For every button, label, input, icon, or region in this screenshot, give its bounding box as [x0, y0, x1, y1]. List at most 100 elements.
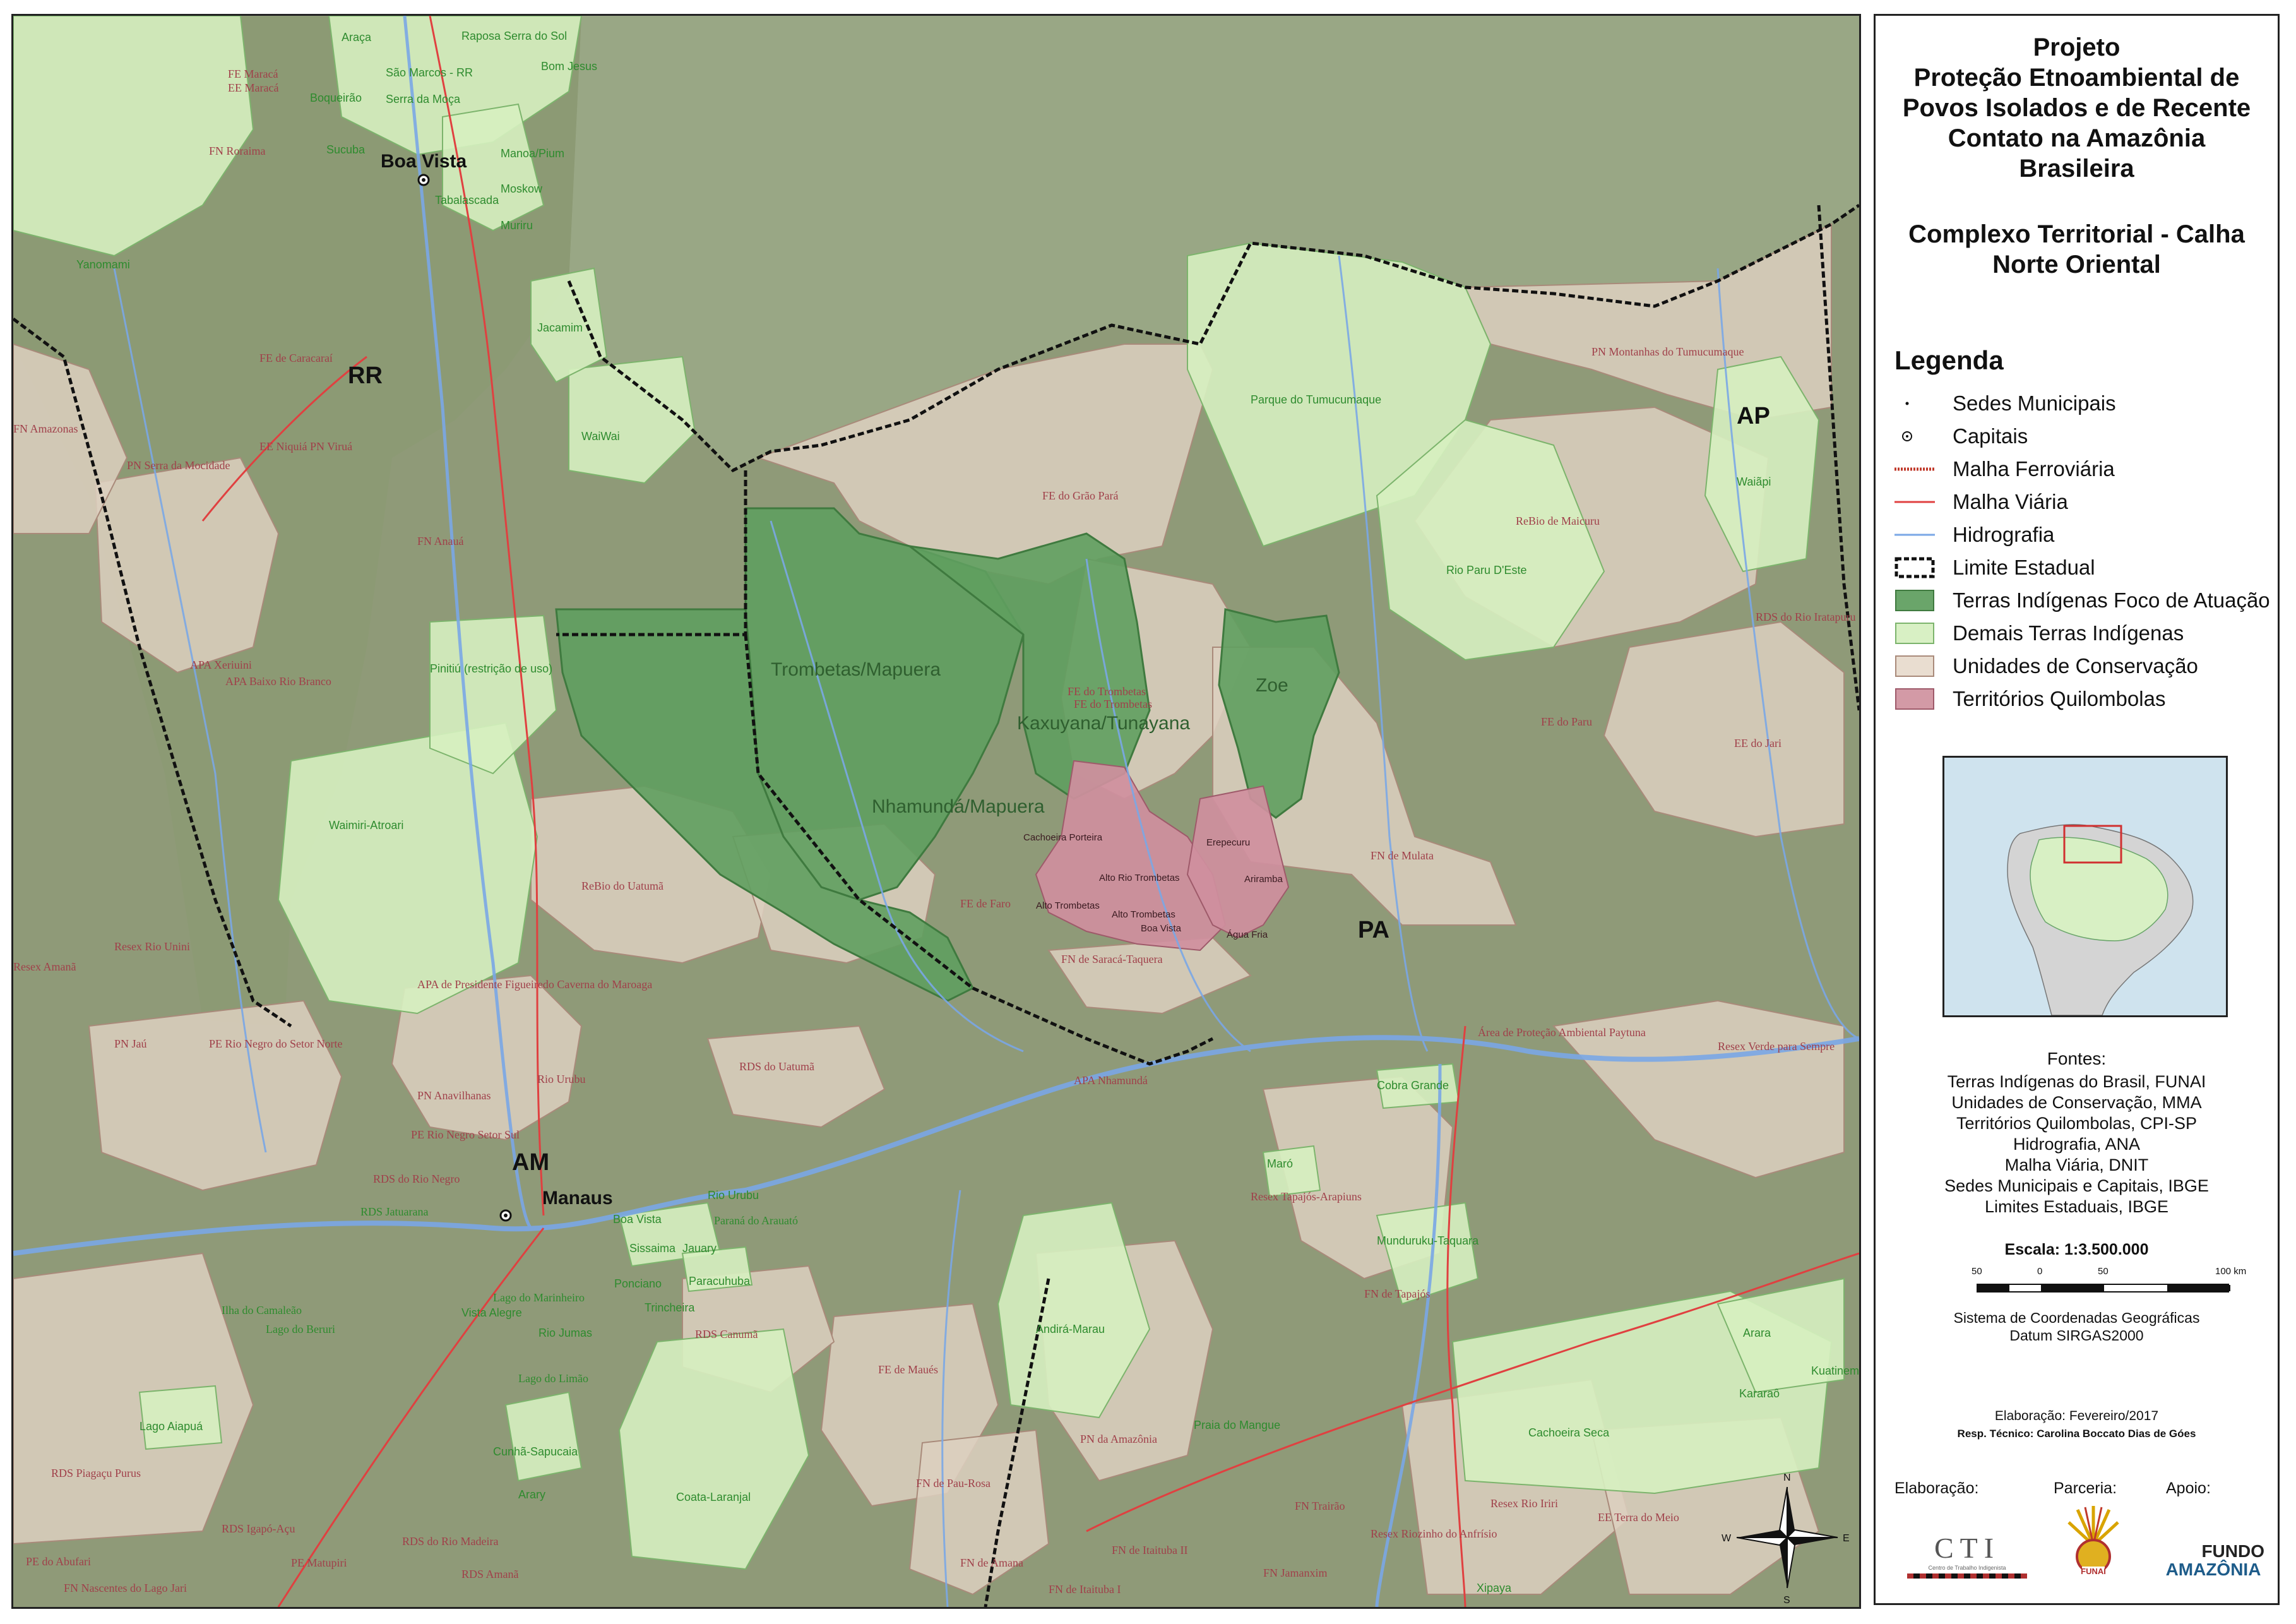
source-line: Territórios Quilombolas, CPI-SP: [1956, 1114, 2198, 1133]
fill-swatch-icon: [1895, 623, 1934, 644]
label-moskow: Moskow: [501, 182, 543, 195]
label-resex-amana: Resex Amanã: [13, 960, 76, 973]
label-praia-do-mangue: Praia do Mangue: [1194, 1419, 1280, 1431]
label-fe-maues: FE de Maués: [878, 1363, 938, 1376]
label-ee-jari: EE do Jari: [1734, 737, 1781, 749]
label-andira-marau: Andirá-Marau: [1036, 1323, 1105, 1335]
label-ponciano: Ponciano: [614, 1277, 662, 1290]
label-q-boa-vista: Boa Vista: [1141, 923, 1182, 934]
project-title-line-4: Contato na Amazônia: [1948, 124, 2206, 152]
label-manoa-pium: Manoa/Pium: [501, 147, 564, 160]
label-fe-paru: FE do Paru: [1541, 715, 1592, 728]
label-fe-trombetas: FE do Trombetas: [1068, 685, 1146, 698]
label-fn-trairao: FN Trairão: [1295, 1500, 1345, 1512]
label-fe-grao-para: FE do Grão Pará: [1042, 489, 1118, 502]
label-yanomami: Yanomami: [76, 258, 130, 271]
state-label-am: AM: [512, 1149, 549, 1176]
label-fn-tapajos: FN de Tapajós: [1364, 1287, 1430, 1300]
legend-item-viaria: Malha Viária: [1894, 488, 2273, 516]
lago-aiapua-area: [138, 1385, 223, 1450]
credit-label-apoio: Apoio:: [2166, 1479, 2211, 1497]
city-label-manaus: Manaus: [542, 1188, 613, 1209]
elaboration-date: Elaboração: Fevereiro/2017: [1994, 1409, 2159, 1423]
state-label-pa: PA: [1358, 917, 1389, 943]
credit-label-parceria: Parceria:: [2054, 1479, 2117, 1497]
label-ee-terra-do-meio: EE Terra do Meio: [1598, 1511, 1679, 1524]
legend-label: Terras Indígenas Foco de Atuação: [1953, 588, 2270, 612]
label-maro: Maró: [1267, 1157, 1293, 1170]
legend-item-demais-ti: Demais Terras Indígenas: [1894, 619, 2273, 647]
project-title-line-5: Brasileira: [2019, 155, 2134, 182]
label-fn-nascentes-lago-jari: FN Nascentes do Lago Jari: [64, 1582, 187, 1594]
label-rio-urubu: Rio Urubu: [708, 1189, 759, 1202]
map-canvas[interactable]: RR AP PA AM Boa Vista Manaus Trombetas/M…: [11, 14, 1861, 1609]
label-pn-montanhas-tumucumaque: PN Montanhas do Tumucumaque: [1591, 345, 1744, 358]
label-q-alto-rio-trombetas: Alto Rio Trombetas: [1099, 873, 1180, 883]
label-fe-faro: FE de Faro: [960, 897, 1011, 910]
label-rebio-maicuru: ReBio de Maicuru: [1516, 515, 1600, 527]
legend-item-hidrografia: Hidrografia: [1894, 521, 2273, 549]
label-fe-maraca: FE Maracá: [228, 68, 278, 80]
legend-label: Malha Viária: [1953, 490, 2068, 513]
label-waimiri-atroari: Waimiri-Atroari: [329, 819, 403, 832]
river-icon: [1894, 534, 1935, 536]
label-bom-jesus: Bom Jesus: [541, 60, 597, 73]
compass-w: W: [1722, 1533, 1732, 1544]
label-rds-piagacu-purus: RDS Piagaçu Purus: [51, 1467, 141, 1479]
label-apa-nhamunda: APA Nhamundá: [1074, 1074, 1148, 1087]
label-q-alto-trombetas-2: Alto Trombetas: [1112, 909, 1175, 920]
cti-logo-subtext: Centro de Trabalho Indigenista: [1928, 1565, 2006, 1571]
label-fe-caracarai: FE de Caracaraí: [259, 352, 333, 364]
legend-item-capitais: Capitais: [1894, 422, 2273, 450]
locator-map[interactable]: [1942, 756, 2228, 1017]
legend-heading: Legenda: [1894, 345, 2004, 375]
road-icon: [1894, 501, 1935, 503]
label-pe-rio-negro-setor-sul: PE Rio Negro Setor Sul: [411, 1128, 520, 1141]
fundo-amazonia-logo: FUNDO AMAZÔNIA: [2153, 1543, 2273, 1587]
legend-item-uc: Unidades de Conservação: [1894, 652, 2273, 680]
label-jauary: Jauary: [682, 1242, 717, 1255]
source-line: Limites Estaduais, IBGE: [1984, 1197, 2169, 1216]
capital-icon: [1902, 431, 1912, 441]
cti-logo-pattern: [1907, 1573, 2027, 1579]
project-title-line-3: Povos Isolados e de Recente: [1902, 94, 2251, 122]
label-waiwai: WaiWai: [581, 430, 620, 443]
fundo-logo-line-1: FUNDO: [2201, 1541, 2264, 1561]
label-resex-rio-unini: Resex Rio Unini: [114, 940, 190, 953]
label-rio-jumas: Rio Jumas: [538, 1327, 592, 1339]
label-lago-limao: Lago do Limão: [518, 1372, 588, 1385]
crs-line: Datum SIRGAS2000: [2009, 1327, 2144, 1344]
label-cunha-sapucaia: Cunhã-Sapucaia: [493, 1445, 578, 1458]
fill-swatch-icon: [1895, 590, 1934, 611]
legend-label: Unidades de Conservação: [1953, 654, 2198, 678]
label-pn-serra-mocidade: PN Serra da Mocidade: [127, 459, 230, 472]
legend-label: Hidrografia: [1953, 523, 2055, 546]
label-cachoeira-seca: Cachoeira Seca: [1528, 1426, 1610, 1439]
label-pn-virua: PN Viruá: [310, 440, 352, 453]
label-kuatinemu: Kuatinemu: [1811, 1364, 1859, 1377]
label-pe-matupiri: PE Matupiri: [291, 1556, 347, 1569]
label-muriru: Muriru: [501, 219, 533, 232]
source-line: Unidades de Conservação, MMA: [1951, 1093, 2202, 1112]
label-rio-paru-deste: Rio Paru D'Este: [1446, 564, 1527, 576]
fundo-logo-line-2: AMAZÔNIA: [2165, 1560, 2261, 1579]
legend-item-ti-foco: Terras Indígenas Foco de Atuação: [1894, 587, 2273, 614]
label-sao-marcos: São Marcos - RR: [386, 66, 473, 79]
state-label-rr: RR: [348, 362, 383, 389]
label-trombetas-mapuera: Trombetas/Mapuera: [771, 659, 941, 680]
legend-label: Capitais: [1953, 424, 2028, 448]
label-boa-vista-ti: Boa Vista: [613, 1213, 662, 1226]
locator-map-svg: [1944, 758, 2226, 1015]
state-label-ap: AP: [1737, 403, 1770, 429]
source-line: Terras Indígenas do Brasil, FUNAI: [1947, 1072, 2206, 1091]
responsible-credit: Resp. Técnico: Carolina Boccato Dias de …: [1957, 1428, 2196, 1440]
label-rio-urubu-cu: Rio Urubu: [537, 1073, 586, 1085]
label-waiapi: Waiãpi: [1737, 475, 1771, 488]
label-rds-igapo-acu: RDS Igapó-Açu: [222, 1522, 295, 1535]
state-boundary-icon: [1894, 557, 1935, 578]
label-trincheira: Trincheira: [645, 1301, 695, 1314]
compass-n: N: [1783, 1472, 1791, 1483]
label-arary: Arary: [518, 1488, 545, 1501]
credit-label-elaboracao: Elaboração:: [1894, 1479, 1979, 1497]
label-paracuhuba: Paracuhuba: [689, 1275, 751, 1287]
